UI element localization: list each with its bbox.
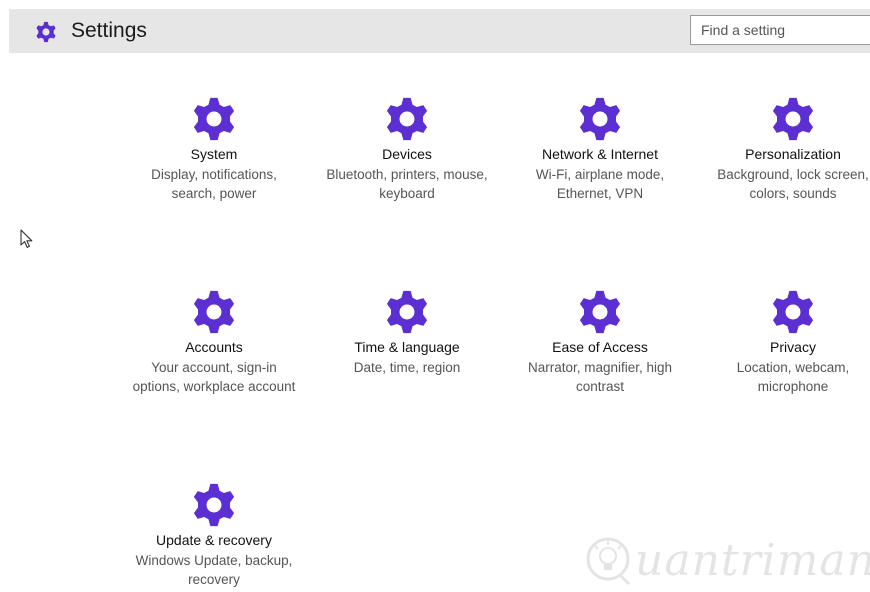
gear-icon xyxy=(384,96,430,142)
tile-description: Wi-Fi, airplane mode, Ethernet, VPN xyxy=(535,167,665,201)
tile-devices[interactable]: Devices Bluetooth, printers, mouse, keyb… xyxy=(322,96,492,203)
search-input[interactable] xyxy=(690,15,870,45)
gear-icon xyxy=(577,289,623,335)
tile-title: Time & language xyxy=(354,339,460,355)
tile-network-internet[interactable]: Network & Internet Wi-Fi, airplane mode,… xyxy=(515,96,685,203)
gear-icon xyxy=(770,96,816,142)
gear-icon xyxy=(191,289,237,335)
tile-description: Your account, sign-in options, workplace… xyxy=(132,360,296,394)
watermark-text: uantrimang xyxy=(635,535,870,586)
tile-description: Background, lock screen, colors, sounds xyxy=(717,167,869,201)
tile-system[interactable]: System Display, notifications, search, p… xyxy=(129,96,299,203)
tile-ease-of-access[interactable]: Ease of Access Narrator, magnifier, high… xyxy=(515,289,685,396)
lightbulb-icon xyxy=(586,537,631,586)
tile-description: Date, time, region xyxy=(353,360,461,375)
gear-icon xyxy=(35,21,57,43)
tile-accounts[interactable]: Accounts Your account, sign-in options, … xyxy=(129,289,299,396)
tile-description: Windows Update, backup, recovery xyxy=(135,553,293,587)
tile-title: Network & Internet xyxy=(542,146,658,162)
tile-title: Ease of Access xyxy=(552,339,648,355)
page-title: Settings xyxy=(71,19,147,42)
settings-window: Settings System Display, notifications, … xyxy=(0,0,870,592)
gear-icon xyxy=(384,289,430,335)
settings-header: Settings xyxy=(9,9,870,53)
tile-description: Display, notifications, search, power xyxy=(151,167,277,201)
tile-title: Accounts xyxy=(185,339,243,355)
tile-title: Privacy xyxy=(770,339,816,355)
tile-title: Devices xyxy=(382,146,432,162)
tile-description: Bluetooth, printers, mouse, keyboard xyxy=(326,167,488,201)
tile-privacy[interactable]: Privacy Location, webcam, microphone xyxy=(708,289,870,396)
watermark: uantrimang xyxy=(585,532,870,590)
tile-title: Update & recovery xyxy=(156,532,272,548)
tile-description: Narrator, magnifier, high contrast xyxy=(527,360,673,394)
gear-icon xyxy=(577,96,623,142)
tile-time-language[interactable]: Time & language Date, time, region xyxy=(322,289,492,377)
tile-update-recovery[interactable]: Update & recovery Windows Update, backup… xyxy=(129,482,299,589)
mouse-cursor-icon xyxy=(20,229,33,248)
gear-icon xyxy=(191,482,237,528)
tile-title: Personalization xyxy=(745,146,841,162)
tile-personalization[interactable]: Personalization Background, lock screen,… xyxy=(708,96,870,203)
tile-description: Location, webcam, microphone xyxy=(736,360,850,394)
tile-title: System xyxy=(190,146,238,162)
gear-icon xyxy=(191,96,237,142)
gear-icon xyxy=(770,289,816,335)
